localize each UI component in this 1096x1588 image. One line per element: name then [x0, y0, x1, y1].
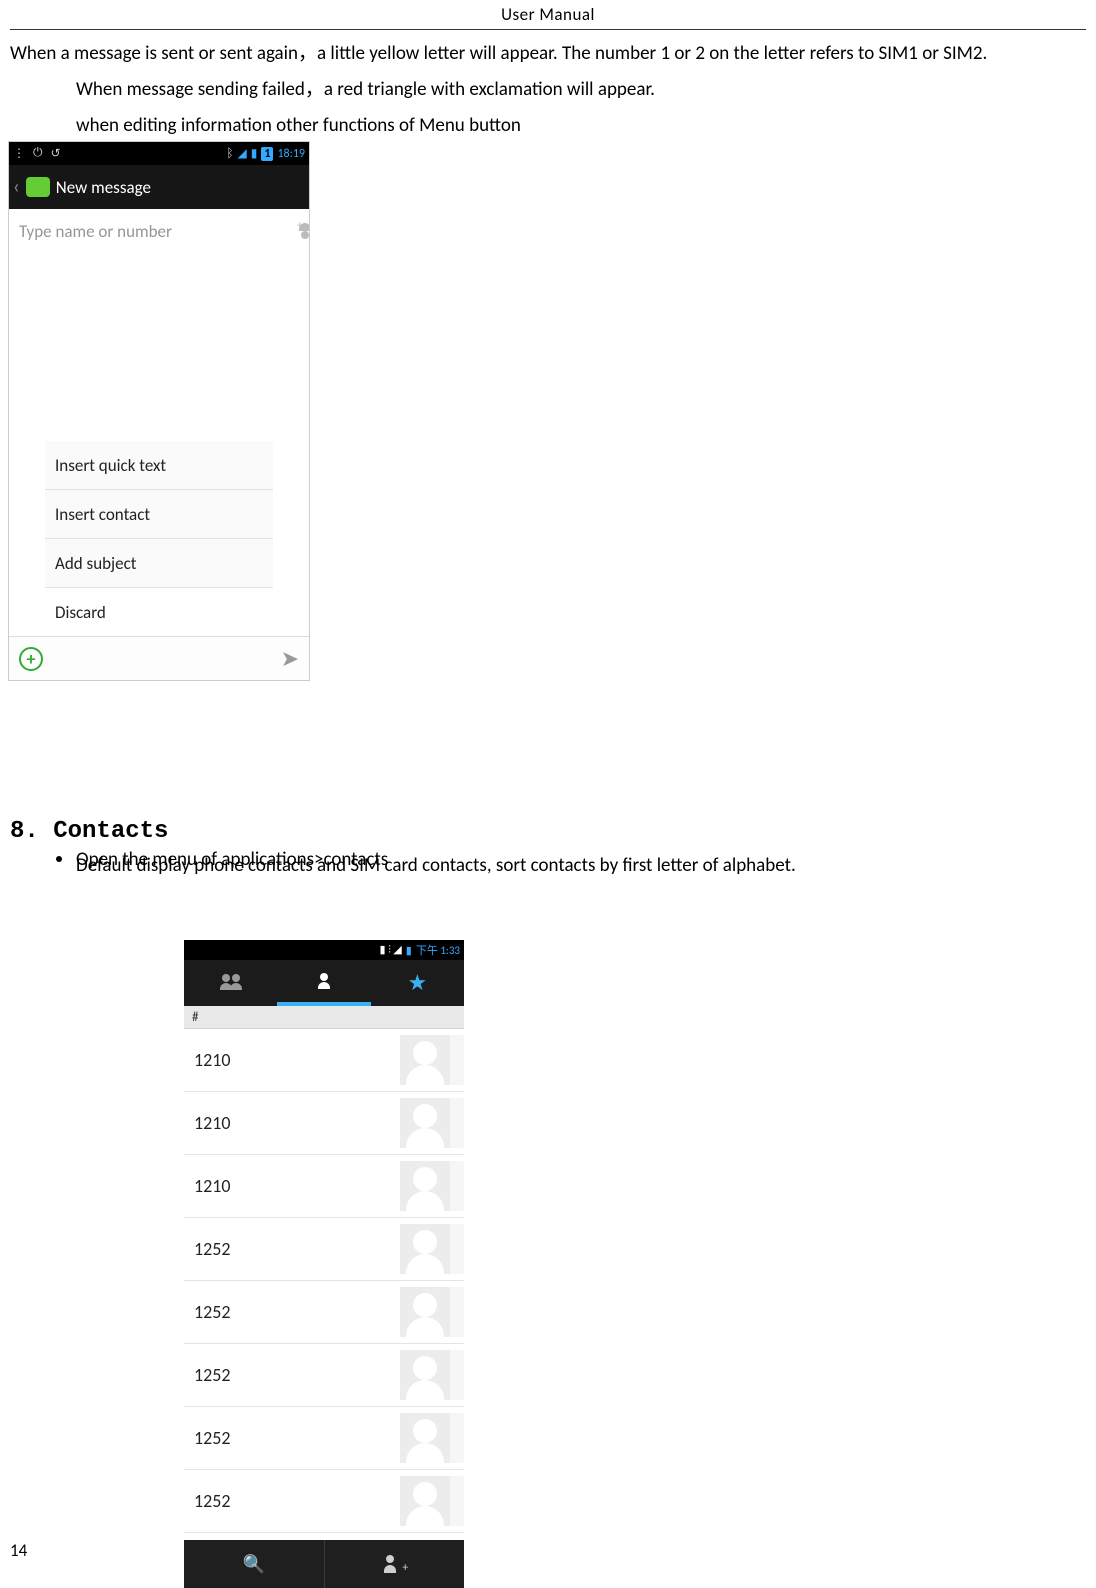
- avatar-icon: [400, 1161, 450, 1211]
- signal-icon: ▮ ⫶ ◢: [380, 943, 402, 957]
- avatar-icon: [400, 1287, 450, 1337]
- signal-icon: ⋮: [13, 146, 25, 161]
- avatar-icon: [400, 1350, 450, 1400]
- avatar-icon: [400, 1476, 450, 1526]
- clock: 18:19: [277, 147, 305, 161]
- contact-name: 1252: [194, 1427, 231, 1449]
- section-heading-contacts: 8. Contacts: [10, 818, 168, 845]
- menu-add-subject[interactable]: Add subject: [45, 538, 273, 587]
- contact-name: 1252: [194, 1301, 231, 1323]
- message-body-area: Insert quick text Insert contact Add sub…: [9, 253, 309, 636]
- recipient-input[interactable]: Type name or number +: [9, 209, 309, 254]
- search-button[interactable]: 🔍: [184, 1540, 325, 1588]
- avatar-icon: [400, 1035, 450, 1085]
- contact-row[interactable]: 1252: [184, 1407, 464, 1470]
- contacts-list[interactable]: 1210 1210 1210 1252 1252 1252: [184, 1029, 464, 1533]
- person-icon: [316, 973, 332, 989]
- add-contact-button[interactable]: +: [325, 1540, 465, 1588]
- menu-insert-contact[interactable]: Insert contact: [45, 489, 273, 538]
- app-bar: ‹ New message: [9, 165, 309, 209]
- send-icon[interactable]: ➤: [281, 645, 299, 672]
- screenshot-messaging: ⋮ ⏻ ↺ ᛒ ◢ ▮ 1 18:19 ‹ New message Type n…: [8, 141, 310, 681]
- status-bar: ▮ ⫶ ◢ ▮ 下午 1:33: [184, 940, 464, 960]
- overflow-menu: Insert quick text Insert contact Add sub…: [45, 441, 273, 636]
- back-icon[interactable]: ‹: [13, 175, 20, 199]
- attach-icon[interactable]: +: [19, 647, 43, 671]
- sync-icon: ↺: [51, 146, 61, 161]
- bullet-icon: [56, 856, 62, 862]
- page-number: 14: [10, 1540, 27, 1561]
- contact-row[interactable]: 1252: [184, 1218, 464, 1281]
- menu-discard[interactable]: Discard: [45, 587, 273, 636]
- contact-row[interactable]: 1210: [184, 1155, 464, 1218]
- avatar-icon: [400, 1413, 450, 1463]
- list-section-header: #: [184, 1006, 464, 1029]
- clock: 下午 1:33: [416, 942, 460, 958]
- tab-bar: ★: [184, 960, 464, 1006]
- paragraph-3: when editing information other functions…: [76, 111, 1086, 141]
- bluetooth-icon: ᛒ: [226, 147, 233, 161]
- power-icon: ⏻: [33, 146, 43, 161]
- wifi-icon: ◢: [238, 146, 247, 161]
- contact-name: 1210: [194, 1112, 231, 1134]
- add-contact-icon: +: [384, 1555, 404, 1573]
- bottom-action-bar: 🔍 +: [184, 1540, 464, 1588]
- bullet-line-2: Default display phone contacts and SIM c…: [76, 852, 1086, 881]
- contact-name: 1252: [194, 1364, 231, 1386]
- contact-name: 1252: [194, 1238, 231, 1260]
- contact-name: 1210: [194, 1175, 231, 1197]
- tab-favorites[interactable]: ★: [371, 960, 464, 1006]
- contact-name: 1210: [194, 1049, 231, 1071]
- app-bar-title: New message: [56, 177, 151, 198]
- recipient-placeholder: Type name or number: [19, 221, 172, 242]
- header-rule: [10, 29, 1086, 30]
- tab-all-contacts[interactable]: [277, 960, 370, 1006]
- page-header: User Manual: [10, 0, 1086, 25]
- menu-insert-quick-text[interactable]: Insert quick text: [45, 441, 273, 489]
- battery-icon: ▮: [406, 944, 412, 957]
- contact-row[interactable]: 1210: [184, 1092, 464, 1155]
- contact-row[interactable]: 1252: [184, 1470, 464, 1533]
- paragraph-2: When message sending failed，a red triang…: [76, 75, 1086, 105]
- status-bar: ⋮ ⏻ ↺ ᛒ ◢ ▮ 1 18:19: [9, 142, 309, 165]
- contact-row[interactable]: 1210: [184, 1029, 464, 1092]
- compose-bar: + ➤: [9, 636, 309, 680]
- star-icon: ★: [407, 969, 427, 996]
- contact-row[interactable]: 1252: [184, 1344, 464, 1407]
- avatar-icon: [400, 1098, 450, 1148]
- messaging-icon: [26, 177, 50, 197]
- screenshot-contacts: ▮ ⫶ ◢ ▮ 下午 1:33 ★ # 1210 1210: [184, 940, 464, 1588]
- groups-icon-2: [228, 974, 244, 990]
- sim-badge: 1: [261, 147, 273, 161]
- contact-row[interactable]: 1252: [184, 1281, 464, 1344]
- cell-icon: ▮: [251, 146, 258, 161]
- avatar-icon: [400, 1224, 450, 1274]
- search-icon: 🔍: [243, 1553, 265, 1575]
- contact-name: 1252: [194, 1490, 231, 1512]
- paragraph-1: When a message is sent or sent again，a l…: [10, 40, 1086, 69]
- tab-groups[interactable]: [184, 960, 277, 1006]
